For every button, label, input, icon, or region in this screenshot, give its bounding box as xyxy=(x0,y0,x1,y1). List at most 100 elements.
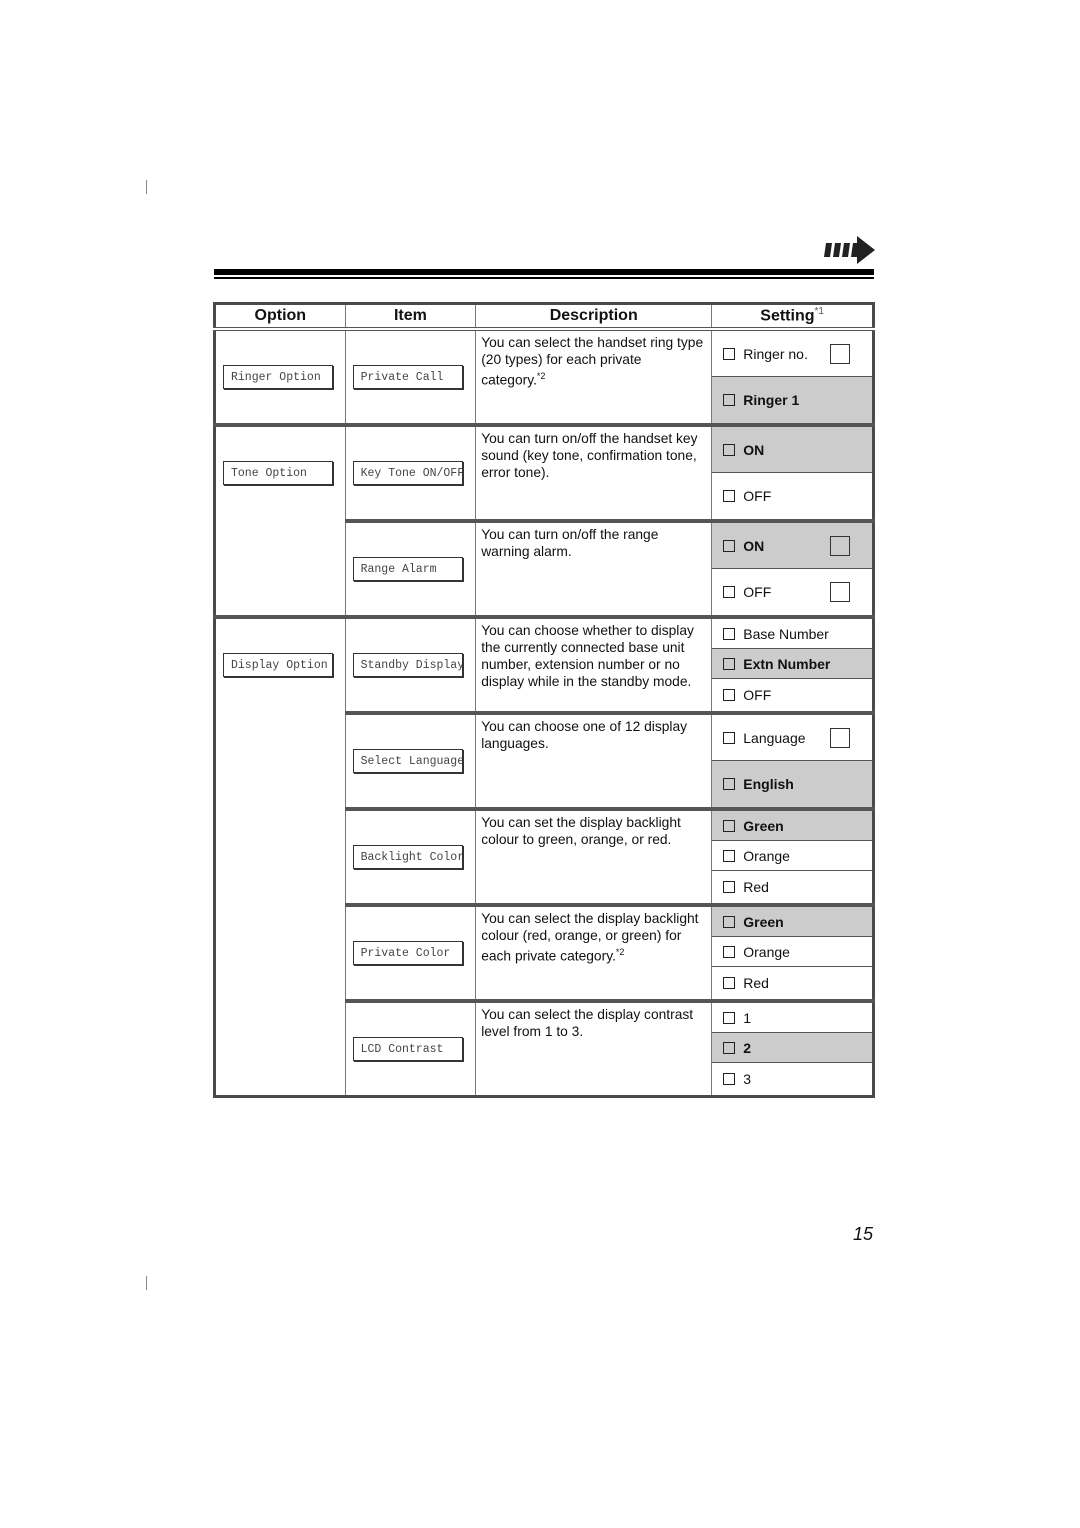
setting-label: Orange xyxy=(743,943,790,960)
setting-cell: 1 2 3 xyxy=(711,999,874,1097)
description-text: You can turn on/off the range warning al… xyxy=(481,527,659,559)
setting-label: Ringer 1 xyxy=(743,392,800,408)
setting-option-default: ON xyxy=(712,427,872,473)
setting-label: OFF xyxy=(743,488,772,504)
setting-label: Base Number xyxy=(743,625,829,642)
description-text: You can set the display backlight colour… xyxy=(481,815,681,847)
checkbox-icon xyxy=(723,689,736,701)
description-text: You can choose one of 12 display languag… xyxy=(481,719,688,751)
column-header-setting: Setting*1 xyxy=(711,303,874,331)
option-lcd-label: Ringer Option xyxy=(223,365,333,389)
setting-label: 1 xyxy=(743,1009,752,1026)
checkbox-icon xyxy=(723,915,736,928)
option-lcd-label: Display Option xyxy=(223,653,333,677)
setting-cell: ON OFF xyxy=(711,423,874,521)
description-text: You can turn on/off the handset key soun… xyxy=(481,431,698,480)
checkbox-icon xyxy=(723,1073,736,1085)
item-cell: Range Alarm xyxy=(345,519,477,617)
option-lcd-label: Tone Option xyxy=(223,461,333,485)
setting-option-default: Ringer 1 xyxy=(712,377,872,423)
table-header-row: Option Item Description Setting*1 xyxy=(214,303,874,331)
item-cell: LCD Contrast xyxy=(345,999,477,1097)
entry-box-icon xyxy=(830,535,850,556)
continue-arrow-icon xyxy=(824,236,875,264)
description-text: You can choose whether to display the cu… xyxy=(481,623,694,689)
settings-table: Option Item Description Setting*1 Ringer… xyxy=(213,302,875,1098)
setting-option: OFF xyxy=(712,679,872,711)
item-lcd-label: Key Tone ON/OFF xyxy=(352,461,463,485)
setting-option-default: Green xyxy=(712,811,872,841)
item-cell: Backlight Color xyxy=(345,807,477,905)
description-cell: You can set the display backlight colour… xyxy=(475,807,713,905)
setting-option-default: Green xyxy=(712,907,872,937)
item-lcd-label: Backlight Color xyxy=(352,845,463,869)
setting-label: Extn Number xyxy=(743,655,831,672)
setting-label: Green xyxy=(743,817,784,834)
setting-cell: Language English xyxy=(711,711,874,809)
footnote-ref: *2 xyxy=(615,947,625,957)
setting-option: Orange xyxy=(712,937,872,967)
setting-cell: Green Orange Red xyxy=(711,903,874,1001)
setting-label: ON xyxy=(743,537,765,554)
description-cell: You can turn on/off the range warning al… xyxy=(475,519,713,617)
item-lcd-label: LCD Contrast xyxy=(352,1037,463,1061)
entry-box-icon xyxy=(830,727,850,748)
description-cell: You can select the display contrast leve… xyxy=(475,999,713,1097)
entry-box-icon xyxy=(830,343,850,364)
checkbox-icon xyxy=(723,849,736,862)
option-cell: Ringer Option xyxy=(214,327,346,425)
option-cell: Tone Option xyxy=(214,423,346,617)
setting-cell: Green Orange Red xyxy=(711,807,874,905)
checkbox-icon xyxy=(723,347,736,360)
item-cell: Key Tone ON/OFF xyxy=(345,423,477,521)
description-cell: You can choose whether to display the cu… xyxy=(475,615,713,713)
setting-option: Language xyxy=(712,715,872,761)
setting-label: Red xyxy=(743,975,769,991)
setting-label: Orange xyxy=(743,847,790,864)
setting-label: Language xyxy=(743,729,806,746)
setting-label: ON xyxy=(743,441,765,458)
checkbox-icon xyxy=(723,539,736,552)
header-rule-thick xyxy=(214,269,874,275)
checkbox-icon xyxy=(723,586,736,598)
setting-label: Ringer no. xyxy=(743,345,808,362)
description-cell: You can select the handset ring type (20… xyxy=(475,327,713,425)
setting-cell: ON OFF xyxy=(711,519,874,617)
item-lcd-label: Range Alarm xyxy=(352,557,463,581)
description-cell: You can turn on/off the handset key soun… xyxy=(475,423,713,521)
setting-option-default: English xyxy=(712,761,872,807)
column-header-item: Item xyxy=(345,303,477,331)
checkbox-icon xyxy=(723,627,736,640)
description-cell: You can choose one of 12 display languag… xyxy=(475,711,713,809)
footnote-marker: *1 xyxy=(814,306,824,318)
checkbox-icon xyxy=(723,657,736,670)
setting-option-default: ON xyxy=(712,523,872,569)
setting-option: Base Number xyxy=(712,619,872,649)
setting-option: OFF xyxy=(712,569,872,615)
checkbox-icon xyxy=(723,1041,736,1054)
crop-mark-top xyxy=(146,180,147,194)
checkbox-icon xyxy=(723,1011,736,1024)
item-cell: Private Color xyxy=(345,903,477,1001)
checkbox-icon xyxy=(723,394,736,406)
setting-option: Red xyxy=(712,871,872,903)
checkbox-icon xyxy=(723,778,736,790)
setting-option: 3 xyxy=(712,1063,872,1095)
setting-label: English xyxy=(743,776,794,792)
setting-option: Ringer no. xyxy=(712,331,872,377)
checkbox-icon xyxy=(723,443,736,456)
table-row: Display Option Standby Display You can cho… xyxy=(214,615,874,1097)
item-lcd-label: Standby Display xyxy=(352,653,463,677)
description-text: You can select the display contrast leve… xyxy=(481,1007,694,1039)
setting-option-default: 2 xyxy=(712,1033,872,1063)
setting-label: 3 xyxy=(743,1071,752,1087)
checkbox-icon xyxy=(723,881,736,893)
setting-option: Red xyxy=(712,967,872,999)
setting-label: Green xyxy=(743,913,784,930)
setting-label: OFF xyxy=(743,584,772,600)
setting-cell: Base Number Extn Number OFF xyxy=(711,615,874,713)
setting-option: 1 xyxy=(712,1003,872,1033)
item-cell: Private Call xyxy=(345,327,477,425)
option-cell: Display Option xyxy=(214,615,346,1097)
item-cell: Standby Display xyxy=(345,615,477,713)
